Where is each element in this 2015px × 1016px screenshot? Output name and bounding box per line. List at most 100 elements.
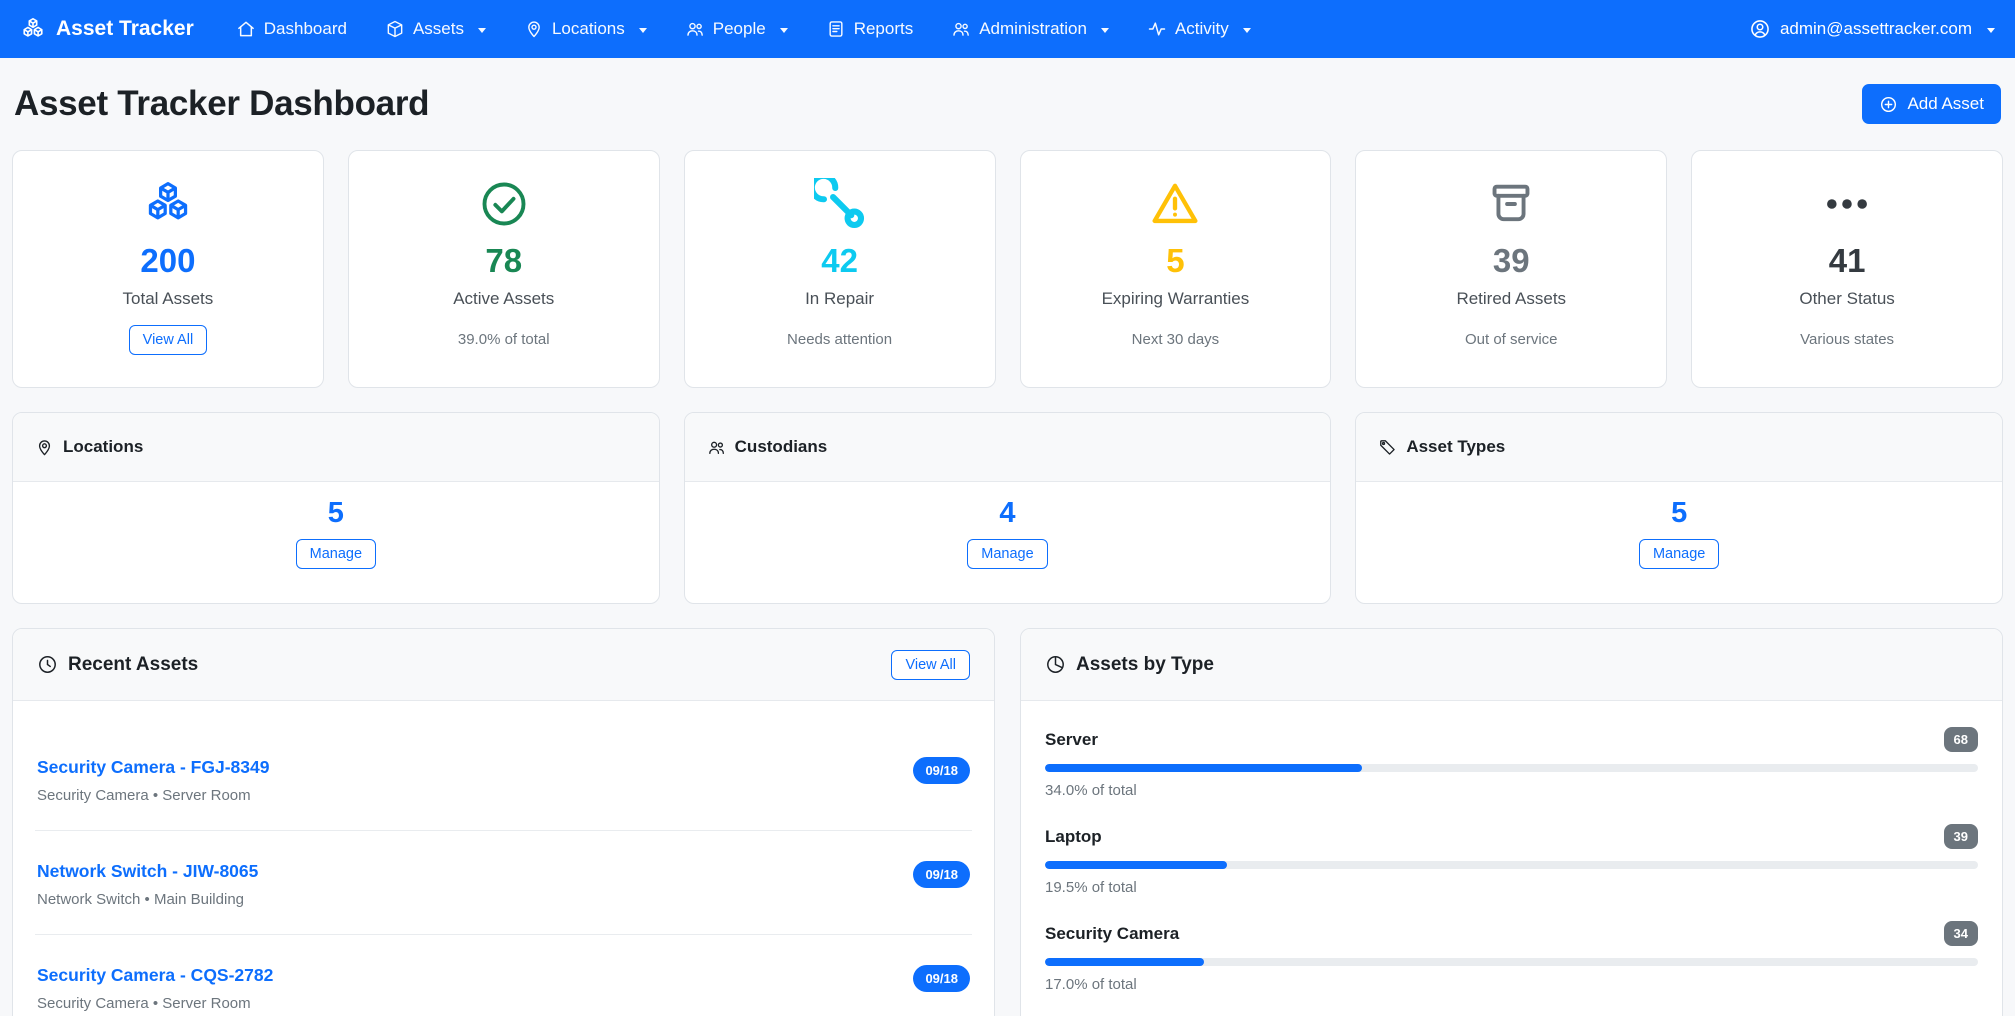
three-dots-icon — [1821, 177, 1873, 231]
type-row: Security Camera 34 17.0% of total — [1045, 921, 1978, 994]
nav-item-locations[interactable]: Locations — [524, 19, 647, 39]
assets-by-type-title: Assets by Type — [1076, 654, 1214, 676]
add-asset-button[interactable]: Add Asset — [1862, 84, 2001, 124]
brand-label: Asset Tracker — [56, 17, 194, 41]
asset-link[interactable]: Network Switch - JIW-8065 — [37, 861, 258, 882]
type-name: Server — [1045, 730, 1098, 750]
type-name: Laptop — [1045, 827, 1102, 847]
asset-link[interactable]: Security Camera - CQS-2782 — [37, 965, 273, 986]
assets-by-type-card: Assets by Type Server 68 34.0% of total … — [1020, 628, 2003, 1016]
recent-assets-list: Security Camera - FGJ-8349 Security Came… — [13, 701, 994, 1016]
stat-value: 42 — [821, 243, 858, 279]
people-icon — [707, 438, 726, 457]
manage-locations-button[interactable]: Manage — [296, 539, 376, 569]
archive-icon — [1485, 177, 1537, 231]
stat-label: Retired Assets — [1456, 289, 1566, 309]
count-badge: 34 — [1944, 921, 1978, 946]
custodians-card-header: Custodians — [685, 413, 1331, 482]
warning-triangle-icon — [1149, 177, 1201, 231]
geo-pin-icon — [35, 438, 54, 457]
geo-pin-icon — [524, 19, 544, 39]
asset-meta: Security Camera • Server Room — [37, 995, 273, 1012]
nav-item-activity[interactable]: Activity — [1147, 19, 1251, 39]
chevron-down-icon — [478, 28, 486, 33]
people-icon — [951, 19, 971, 39]
assets-by-type-list: Server 68 34.0% of total Laptop 39 19.5%… — [1021, 701, 2002, 1016]
type-name: Security Camera — [1045, 924, 1179, 944]
asset-link[interactable]: Security Camera - FGJ-8349 — [37, 757, 269, 778]
bottom-row: Recent Assets View All Security Camera -… — [0, 628, 2015, 1016]
tags-icon — [1378, 438, 1397, 457]
nav-item-assets[interactable]: Assets — [385, 19, 486, 39]
progress-fill — [1045, 861, 1227, 869]
custodians-card: Custodians 4 Manage — [684, 412, 1332, 604]
stat-note: 39.0% of total — [458, 331, 550, 348]
stat-note: Various states — [1800, 331, 1894, 348]
assets-by-type-header: Assets by Type — [1021, 629, 2002, 701]
chevron-down-icon — [1243, 28, 1251, 33]
stat-note: Out of service — [1465, 331, 1558, 348]
stat-value: 41 — [1829, 243, 1866, 279]
house-icon — [236, 19, 256, 39]
people-icon — [685, 19, 705, 39]
locations-count: 5 — [328, 498, 344, 530]
stat-card-other-status: 41 Other Status Various states — [1691, 150, 2003, 388]
stat-label: Active Assets — [453, 289, 554, 309]
list-item: Security Camera - FGJ-8349 Security Came… — [35, 727, 972, 831]
stat-card-retired-assets: 39 Retired Assets Out of service — [1355, 150, 1667, 388]
nav-items: Dashboard Assets Locations People Report… — [236, 19, 1251, 39]
count-badge: 68 — [1944, 727, 1978, 752]
pie-chart-icon — [1045, 654, 1066, 675]
type-percent: 17.0% of total — [1045, 976, 1978, 994]
custodians-count: 4 — [999, 498, 1015, 530]
user-email: admin@assettracker.com — [1780, 19, 1972, 39]
box-icon — [385, 19, 405, 39]
asset-types-card: Asset Types 5 Manage — [1355, 412, 2003, 604]
date-badge: 09/18 — [913, 861, 970, 888]
view-all-button[interactable]: View All — [129, 325, 208, 355]
page-title: Asset Tracker Dashboard — [14, 84, 429, 124]
user-menu[interactable]: admin@assettracker.com — [1749, 18, 1995, 40]
asset-types-count: 5 — [1671, 498, 1687, 530]
recent-assets-card: Recent Assets View All Security Camera -… — [12, 628, 995, 1016]
stat-card-expiring-warranties: 5 Expiring Warranties Next 30 days — [1020, 150, 1332, 388]
date-badge: 09/18 — [913, 757, 970, 784]
stats-row: 200 Total Assets View All 78 Active Asse… — [0, 150, 2015, 388]
page-header: Asset Tracker Dashboard Add Asset — [0, 58, 2015, 150]
stat-label: Expiring Warranties — [1102, 289, 1250, 309]
stat-card-in-repair: 42 In Repair Needs attention — [684, 150, 996, 388]
wrench-icon — [814, 177, 866, 231]
locations-card-header: Locations — [13, 413, 659, 482]
stat-value: 78 — [485, 243, 522, 279]
stat-note: Next 30 days — [1132, 331, 1220, 348]
recent-assets-header: Recent Assets View All — [13, 629, 994, 701]
stat-label: Other Status — [1799, 289, 1894, 309]
view-all-button[interactable]: View All — [891, 650, 970, 680]
manage-custodians-button[interactable]: Manage — [967, 539, 1047, 569]
nav-item-administration[interactable]: Administration — [951, 19, 1109, 39]
stat-value: 39 — [1493, 243, 1530, 279]
asset-types-card-header: Asset Types — [1356, 413, 2002, 482]
type-percent: 19.5% of total — [1045, 879, 1978, 897]
chevron-down-icon — [639, 28, 647, 33]
list-item: Security Camera - CQS-2782 Security Came… — [35, 935, 972, 1016]
manage-asset-types-button[interactable]: Manage — [1639, 539, 1719, 569]
list-item: Network Switch - JIW-8065 Network Switch… — [35, 831, 972, 935]
stat-card-total-assets: 200 Total Assets View All — [12, 150, 324, 388]
brand[interactable]: Asset Tracker — [20, 16, 194, 42]
nav-item-people[interactable]: People — [685, 19, 788, 39]
progress-bar — [1045, 764, 1978, 772]
locations-card: Locations 5 Manage — [12, 412, 660, 604]
type-percent: 34.0% of total — [1045, 782, 1978, 800]
nav-item-dashboard[interactable]: Dashboard — [236, 19, 347, 39]
person-circle-icon — [1749, 18, 1771, 40]
progress-fill — [1045, 764, 1362, 772]
activity-pulse-icon — [1147, 19, 1167, 39]
top-navbar: Asset Tracker Dashboard Assets Locations… — [0, 0, 2015, 58]
check-circle-icon — [478, 177, 530, 231]
boxes-icon — [142, 177, 194, 231]
plus-circle-icon — [1879, 95, 1898, 114]
nav-item-reports[interactable]: Reports — [826, 19, 914, 39]
stat-value: 5 — [1166, 243, 1184, 279]
chevron-down-icon — [1987, 28, 1995, 33]
